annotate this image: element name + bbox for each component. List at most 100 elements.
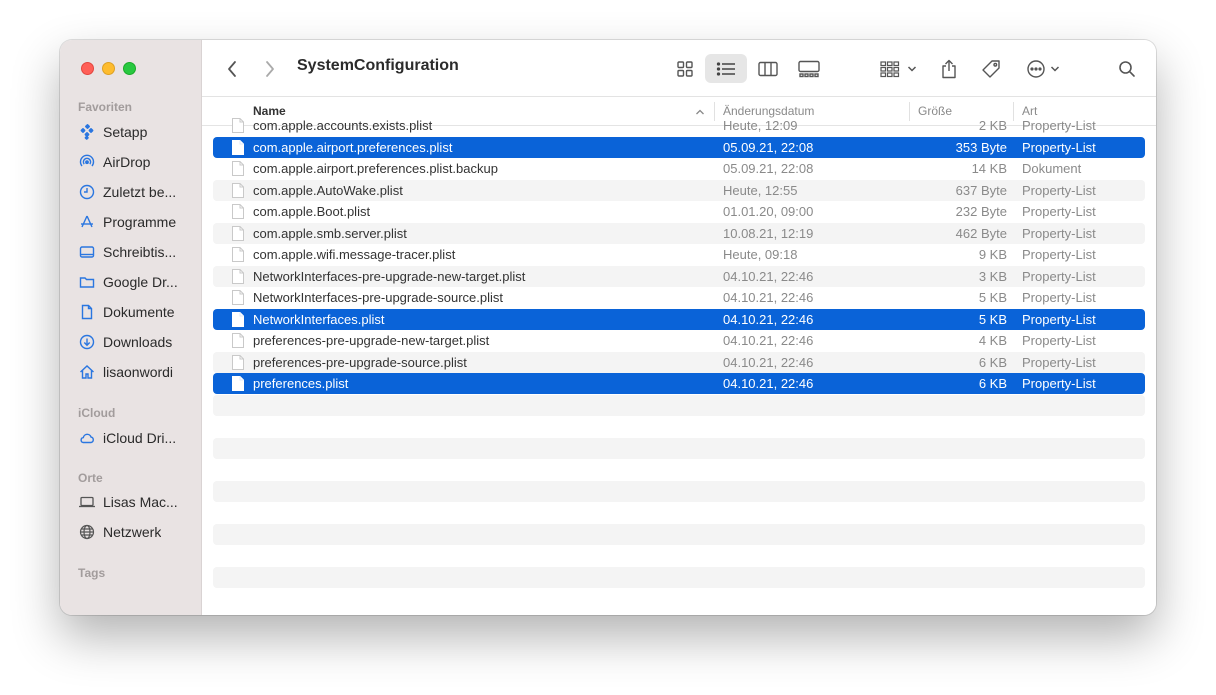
apps-icon <box>78 213 96 231</box>
file-kind: Dokument <box>1022 161 1082 176</box>
zoom-button[interactable] <box>123 62 136 75</box>
file-list: Name Änderungsdatum Größe Art com.apple.… <box>202 97 1156 615</box>
section-icloud: iCloud <box>78 406 116 420</box>
file-date: 04.10.21, 22:46 <box>723 354 814 370</box>
table-row[interactable]: com.apple.Boot.plist 01.01.20, 09:00 232 B… <box>213 201 1145 222</box>
sidebar-item-label: Programme <box>103 214 177 230</box>
file-kind: Property-List <box>1022 290 1096 305</box>
sidebar-item-documents[interactable]: Dokumente <box>78 301 198 323</box>
file-name: com.apple.airport.preferences.plist.back… <box>253 161 498 176</box>
table-row[interactable]: com.apple.wifi.message-tracer.plist Heute… <box>213 244 1145 265</box>
table-row[interactable]: NetworkInterfaces.plist 04.10.21, 22:46 5 … <box>213 308 1145 330</box>
sidebar-item-setapp[interactable]: Setapp <box>78 121 198 143</box>
desktop-icon <box>78 243 96 261</box>
sidebar-item-network[interactable]: Netzwerk <box>78 521 198 543</box>
sidebar-item-airdrop[interactable]: AirDrop <box>78 151 198 173</box>
table-row[interactable]: com.apple.AutoWake.plist Heute, 12:55 637 … <box>213 179 1145 201</box>
file-size: 2 KB <box>978 118 1007 133</box>
file-icon-wrap <box>232 118 244 133</box>
group-button[interactable] <box>876 54 920 83</box>
finder-window: Favoriten Setapp AirDrop Zuletzt be... P… <box>60 40 1156 615</box>
gallery-icon <box>798 60 820 77</box>
sidebar-item-label: Setapp <box>103 124 148 140</box>
sidebar-item-recents[interactable]: Zuletzt be... <box>78 181 198 203</box>
column-view-button[interactable] <box>753 54 783 83</box>
globe-icon <box>78 523 96 541</box>
home-icon <box>78 363 96 381</box>
file-date: Heute, 09:18 <box>723 247 798 262</box>
file-kind: Property-List <box>1022 204 1096 219</box>
file-date: 04.10.21, 22:46 <box>723 376 814 391</box>
sidebar-item-mac[interactable]: Lisas Mac... <box>78 491 198 513</box>
empty-row <box>213 523 1145 545</box>
setapp-icon <box>78 123 96 141</box>
minimize-button[interactable] <box>102 62 115 75</box>
close-button[interactable] <box>81 62 94 75</box>
file-icon <box>232 225 244 241</box>
table-row[interactable]: preferences-pre-upgrade-source.plist 04.1… <box>213 351 1145 373</box>
file-kind: Property-List <box>1022 182 1096 198</box>
file-icon <box>232 333 244 348</box>
file-kind: Property-List <box>1022 225 1096 241</box>
cloud-icon <box>78 429 96 447</box>
sidebar-item-home[interactable]: lisaonwordi <box>78 361 198 383</box>
file-kind: Property-List <box>1022 354 1096 370</box>
search-button[interactable] <box>1114 54 1140 83</box>
file-name: NetworkInterfaces-pre-upgrade-new-target… <box>253 268 526 284</box>
file-date: 04.10.21, 22:46 <box>723 333 814 348</box>
list-view-button[interactable] <box>705 54 747 83</box>
sidebar-item-icloud-drive[interactable]: iCloud Dri... <box>78 427 198 449</box>
file-name: preferences.plist <box>253 376 349 391</box>
table-row[interactable]: com.apple.airport.preferences.plist.back… <box>213 158 1145 179</box>
forward-button[interactable] <box>258 54 282 83</box>
file-icon-wrap <box>232 311 244 327</box>
gallery-view-button[interactable] <box>793 54 825 83</box>
file-kind: Property-List <box>1022 247 1096 262</box>
file-icon <box>232 139 244 155</box>
grid-icon <box>677 60 693 77</box>
sidebar-item-label: iCloud Dri... <box>103 430 177 446</box>
table-row[interactable]: preferences-pre-upgrade-new-target.plist… <box>213 330 1145 351</box>
back-button[interactable] <box>220 54 244 83</box>
sidebar-item-downloads[interactable]: Downloads <box>78 331 198 353</box>
table-row[interactable]: com.apple.accounts.exists.plist Heute, 12… <box>213 115 1145 136</box>
tag-button[interactable] <box>977 54 1005 83</box>
file-icon-wrap <box>232 290 244 305</box>
airdrop-icon <box>78 153 96 171</box>
table-row[interactable]: com.apple.airport.preferences.plist 05.09… <box>213 136 1145 158</box>
file-name: com.apple.smb.server.plist <box>253 225 407 241</box>
chevron-down-icon <box>1050 65 1060 72</box>
sidebar-item-desktop[interactable]: Schreibtis... <box>78 241 198 263</box>
file-date: 10.08.21, 12:19 <box>723 225 814 241</box>
share-button[interactable] <box>935 54 963 83</box>
sidebar-item-label: Lisas Mac... <box>103 494 178 510</box>
table-row[interactable]: NetworkInterfaces-pre-upgrade-new-target… <box>213 265 1145 287</box>
sidebar-item-label: lisaonwordi <box>103 364 174 380</box>
file-icon-wrap <box>232 333 244 348</box>
sidebar-item-google-drive[interactable]: Google Dr... <box>78 271 198 293</box>
file-date: Heute, 12:09 <box>723 118 798 133</box>
sidebar-item-applications[interactable]: Programme <box>78 211 198 233</box>
table-row[interactable]: com.apple.smb.server.plist 10.08.21, 12:1… <box>213 222 1145 244</box>
file-size: 6 KB <box>978 354 1007 370</box>
file-size: 353 Byte <box>955 139 1007 155</box>
file-icon <box>232 311 244 327</box>
file-icon <box>232 247 244 262</box>
table-row[interactable]: NetworkInterfaces-pre-upgrade-source.pli… <box>213 287 1145 308</box>
file-date: 04.10.21, 22:46 <box>723 311 814 327</box>
file-date: 04.10.21, 22:46 <box>723 290 814 305</box>
section-tags: Tags <box>78 566 106 580</box>
action-button[interactable] <box>1022 54 1064 83</box>
file-size: 5 KB <box>978 290 1007 305</box>
columns-icon <box>758 61 778 76</box>
file-icon-wrap <box>232 161 244 176</box>
sidebar-item-label: Schreibtis... <box>103 244 177 260</box>
chevron-down-icon <box>907 65 916 72</box>
icon-view-button[interactable] <box>670 54 700 83</box>
file-kind: Property-List <box>1022 268 1096 284</box>
file-icon <box>232 182 244 198</box>
file-name: com.apple.accounts.exists.plist <box>253 118 433 133</box>
file-icon <box>232 204 244 219</box>
file-icon <box>232 376 244 391</box>
table-row[interactable]: preferences.plist 04.10.21, 22:46 6 KB Prop… <box>213 373 1145 394</box>
